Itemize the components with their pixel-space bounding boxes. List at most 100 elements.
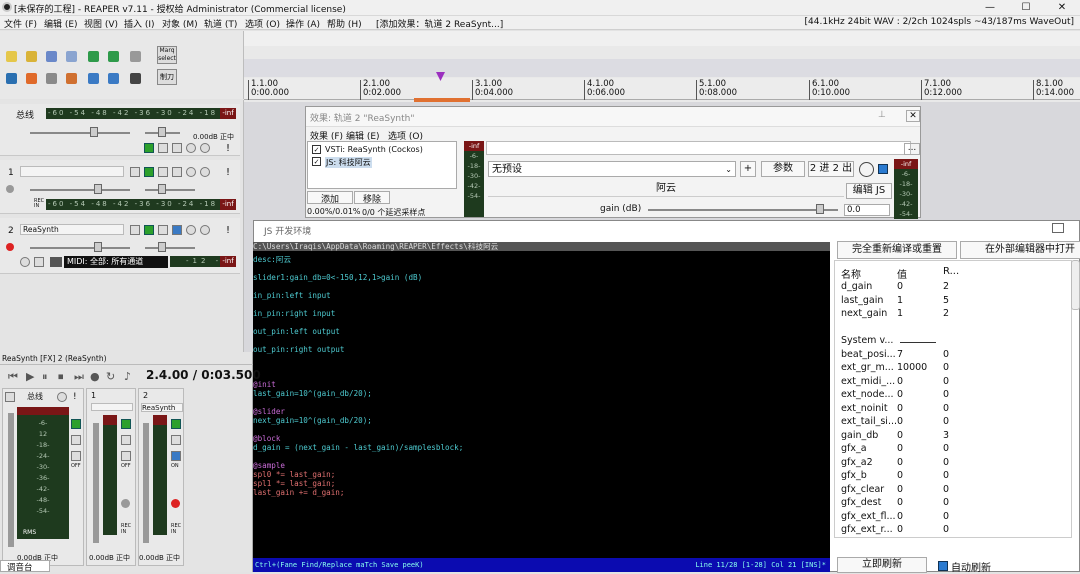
mixer-strip-master[interactable]: 总线 ! -inf-6-12-18--24--30--36--42--48--5…	[2, 388, 84, 566]
master-mute-icon[interactable]	[186, 143, 196, 153]
mixer-strip-1[interactable]: 1 OFF REC IN 0.00dB 正中	[86, 388, 136, 566]
code-line[interactable]: spl0 *= last_gain;	[253, 470, 335, 479]
code-line[interactable]: in_pin:right input	[253, 309, 335, 318]
plugin-enable-checkbox[interactable]: ✓	[312, 145, 321, 154]
menu-insert[interactable]: 插入 (I)	[124, 17, 155, 30]
variable-list[interactable]: 名称 值 R... d_gain 0 2 last_gain 1 5 next_gain 1 2…	[834, 260, 1072, 538]
master-mixer-info-icon[interactable]: !	[73, 392, 77, 402]
track-1-pan-slider[interactable]	[145, 189, 195, 191]
strip-1-fx-button[interactable]	[121, 419, 131, 429]
menu-view[interactable]: 视图 (V)	[84, 17, 118, 30]
master-mixer-env-icon[interactable]	[71, 435, 81, 445]
plugin-item-selected[interactable]: JS: 科技阿云	[325, 157, 372, 168]
menu-edit[interactable]: 编辑 (E)	[44, 17, 78, 30]
menu-help[interactable]: 帮助 (H)	[327, 17, 362, 30]
strip-1-route-icon[interactable]	[121, 451, 131, 461]
maximize-button[interactable]: ☐	[1008, 0, 1044, 16]
track-2-mute-icon[interactable]	[186, 225, 196, 235]
fx-filter-field[interactable]	[486, 141, 911, 155]
browse-button[interactable]: ...	[904, 143, 920, 155]
mixer-tab[interactable]: 调音台	[0, 560, 50, 573]
recompile-button[interactable]: 完全重新编译或重置	[837, 241, 957, 259]
track-1-volume-handle[interactable]	[94, 184, 102, 194]
menu-item[interactable]: 对象 (M)	[162, 17, 198, 30]
strip-2-fader[interactable]	[143, 423, 149, 543]
master-pan-handle[interactable]	[158, 127, 166, 137]
strip-1-fader[interactable]	[93, 423, 99, 543]
master-routing-icon[interactable]	[172, 143, 182, 153]
marquee-select-button[interactable]: Marq select	[157, 46, 177, 64]
code-line[interactable]: last_gain=10^(gain_db/20);	[253, 389, 372, 398]
preset-dropdown[interactable]: 无预设 ⌄	[488, 161, 736, 177]
track-2-volume-slider[interactable]	[30, 247, 130, 249]
grid-icon[interactable]	[26, 73, 37, 84]
track-2-info-icon[interactable]: !	[226, 225, 230, 236]
master-mixer-fader[interactable]	[8, 413, 14, 547]
strip-2-name-field[interactable]: ReaSynth	[141, 403, 183, 412]
time-selection[interactable]	[414, 98, 470, 102]
strip-2-route-icon[interactable]	[171, 451, 181, 461]
track-2-solo-icon[interactable]	[200, 225, 210, 235]
track-1-folder-icon[interactable]	[130, 167, 140, 177]
io-routing-button[interactable]: 2 进 2 出	[808, 161, 854, 177]
code-line[interactable]: in_pin:left input	[253, 291, 331, 300]
repeat-icon[interactable]: ↻	[106, 370, 115, 383]
track-1-volume-slider[interactable]	[30, 189, 130, 191]
code-line[interactable]: slider1:gain_db=0<-150,12,1>gain (dB)	[253, 273, 422, 282]
gain-slider[interactable]	[648, 209, 838, 211]
save-project-icon[interactable]	[46, 51, 57, 62]
auto-refresh-checkbox[interactable]	[938, 561, 948, 571]
new-project-icon[interactable]	[6, 51, 17, 62]
minimize-button[interactable]: —	[972, 0, 1008, 16]
snap-icon[interactable]	[46, 73, 57, 84]
project-settings-icon[interactable]	[66, 51, 77, 62]
code-line[interactable]: out_pin:right output	[253, 345, 344, 354]
remove-fx-button[interactable]: 移除	[354, 191, 390, 205]
code-line[interactable]: @sample	[253, 461, 285, 470]
master-fx-button[interactable]	[144, 143, 154, 153]
menu-actions[interactable]: 操作 (A)	[286, 17, 320, 30]
wet-knob[interactable]	[859, 162, 874, 177]
master-mixer-mute-icon[interactable]	[57, 392, 67, 402]
preset-add-button[interactable]: +	[740, 161, 756, 177]
plugin-enable-checkbox[interactable]: ✓	[312, 157, 321, 166]
open-project-icon[interactable]	[26, 51, 37, 62]
track-2-folder-icon[interactable]	[130, 225, 140, 235]
item-lock-icon[interactable]	[130, 73, 141, 84]
metronome-click-icon[interactable]: ♪	[124, 370, 131, 383]
strip-1-record-arm-button[interactable]	[121, 499, 130, 508]
gain-slider-handle[interactable]	[816, 204, 824, 214]
mixer-strip-2[interactable]: 2 ReaSynth ON REC IN 0.00dB 正中	[138, 388, 184, 566]
strip-2-record-arm-button[interactable]	[171, 499, 180, 508]
track-1-info-icon[interactable]: !	[226, 167, 230, 178]
master-volume-slider[interactable]	[30, 132, 130, 134]
plugin-item[interactable]: VSTi: ReaSynth (Cockos)	[325, 145, 423, 154]
metronome-icon[interactable]	[6, 73, 17, 84]
gain-value-field[interactable]: 0.0	[844, 204, 890, 216]
code-line[interactable]: next_gain=10^(gain_db/20);	[253, 416, 372, 425]
params-button[interactable]: 参数	[761, 161, 805, 177]
pin-icon[interactable]: ⊥	[878, 110, 886, 120]
strip-1-name-field[interactable]	[91, 403, 133, 411]
master-volume-handle[interactable]	[90, 127, 98, 137]
track-2-volume-handle[interactable]	[94, 242, 102, 252]
track-2-record-arm-button[interactable]	[6, 243, 14, 251]
track-1[interactable]: 1 ! REC IN -60 -54 -48 -42 -36 -30 -24 -…	[0, 160, 240, 214]
undo-icon[interactable]	[88, 51, 99, 62]
bypass-checkbox[interactable]	[878, 164, 888, 174]
track-1-io-button[interactable]	[144, 167, 154, 177]
menu-file[interactable]: 文件 (F)	[4, 17, 37, 30]
track-1-record-arm-button[interactable]	[6, 185, 14, 193]
track-1-envelope-icon[interactable]	[158, 167, 168, 177]
track-2-midi-input[interactable]: MIDI: 全部: 所有通道	[64, 256, 168, 268]
menu-track[interactable]: 轨道 (T)	[204, 17, 237, 30]
track-2-io-button[interactable]	[144, 225, 154, 235]
timeline-ruler[interactable]: 1.1.00 0:00.000 2.1.00 0:02.000 3.1.00 0:04…	[244, 72, 1080, 100]
code-line[interactable]: last_gain += d_gain;	[253, 488, 344, 497]
redo-icon[interactable]	[108, 51, 119, 62]
code-line[interactable]: out_pin:left output	[253, 327, 340, 336]
code-line[interactable]: spl1 *= last_gain;	[253, 479, 335, 488]
envelope-icon[interactable]	[88, 73, 99, 84]
pause-icon[interactable]: ⏸	[42, 370, 48, 384]
track-1-solo-icon[interactable]	[200, 167, 210, 177]
